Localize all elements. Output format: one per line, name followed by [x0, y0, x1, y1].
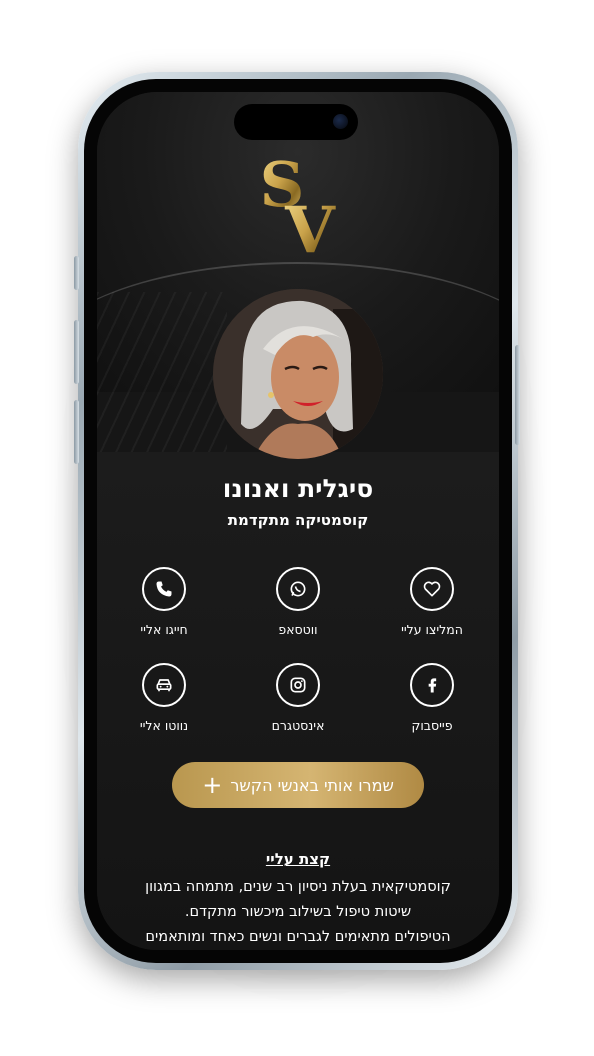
heart-icon — [410, 567, 454, 611]
camera-icon — [333, 114, 348, 129]
facebook-label: פייסבוק — [411, 718, 453, 733]
facebook-icon — [410, 663, 454, 707]
sv-logo: S V — [248, 148, 346, 264]
whatsapp-label: ווטסאפ — [278, 622, 318, 637]
navigate-action[interactable]: נווטו אליי — [104, 663, 224, 733]
phone-icon — [142, 567, 186, 611]
volume-down-button — [74, 400, 79, 464]
power-button — [515, 345, 520, 445]
portrait-illustration — [213, 289, 383, 459]
about-line: קוסמטיקאית בעלת ניסיון רב שנים, מתמחה במ… — [145, 879, 451, 895]
mute-switch — [74, 256, 79, 290]
whatsapp-action[interactable]: ווטסאפ — [238, 567, 358, 637]
recommend-label: המליצו עליי — [401, 622, 463, 637]
save-contact-label: שמרו אותי באנשי הקשר — [230, 775, 394, 795]
facebook-action[interactable]: פייסבוק — [372, 663, 492, 733]
instagram-action[interactable]: אינסטגרם — [238, 663, 358, 733]
profile-title: קוסמטיקה מתקדמת — [227, 511, 369, 529]
about-text: קוסמטיקאית בעלת ניסיון רב שנים, מתמחה במ… — [119, 875, 477, 950]
plus-icon: + — [202, 771, 223, 799]
about-line: הטיפולים מתאימים לגברים ונשים כאחד ומותא… — [145, 929, 451, 945]
car-icon — [142, 663, 186, 707]
phone-screen: S V סיגלית ואנונו קוסמטיקה מתקדמת המליצו… — [97, 92, 499, 950]
instagram-icon — [276, 663, 320, 707]
volume-up-button — [74, 320, 79, 384]
save-contact-button[interactable]: שמרו אותי באנשי הקשר + — [172, 762, 424, 808]
dynamic-island — [234, 104, 358, 140]
about-line: שיטות טיפול בשילוב מיכשור מתקדם. — [184, 904, 412, 920]
call-label: חייגו אליי — [140, 622, 188, 637]
profile-name: סיגלית ואנונו — [222, 474, 374, 503]
about-title: קצת עליי — [265, 850, 331, 868]
whatsapp-icon — [276, 567, 320, 611]
navigate-label: נווטו אליי — [139, 718, 189, 733]
instagram-label: אינסטגרם — [271, 718, 325, 733]
recommend-action[interactable]: המליצו עליי — [372, 567, 492, 637]
call-action[interactable]: חייגו אליי — [104, 567, 224, 637]
logo-letter-v: V — [284, 193, 336, 264]
profile-avatar — [213, 289, 383, 459]
